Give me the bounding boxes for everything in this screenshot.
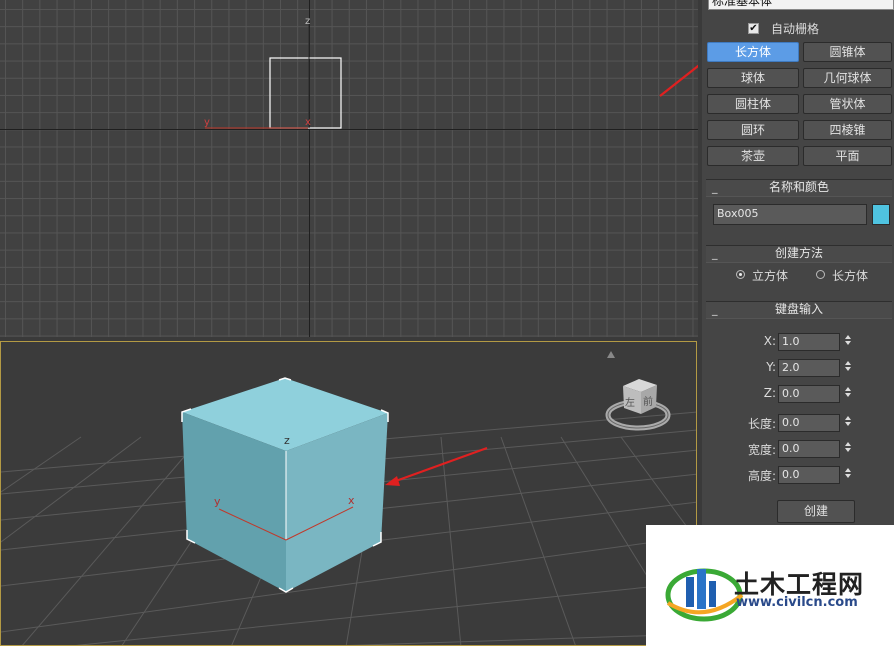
input-width[interactable]: 0.0 (778, 440, 840, 458)
spinner-z[interactable] (843, 385, 853, 403)
field-label-length: 长度: (747, 417, 776, 431)
spinner-height[interactable] (843, 466, 853, 484)
create-button[interactable]: 创建 (777, 500, 855, 523)
cube-object[interactable] (181, 377, 389, 593)
object-color-swatch[interactable] (872, 204, 890, 225)
rollout-name-color[interactable]: _ 名称和颜色 (706, 179, 892, 197)
top-axis-label-x: x (305, 117, 311, 128)
btn-torus[interactable]: 圆环 (707, 120, 799, 140)
spinner-length[interactable] (843, 414, 853, 432)
input-length[interactable]: 0.0 (778, 414, 840, 432)
top-axis-label-y: y (204, 117, 210, 128)
radio-cube[interactable] (736, 270, 745, 279)
viewcube[interactable]: 左 前 (605, 351, 671, 431)
annotation-arrow-persp (392, 446, 488, 484)
input-x[interactable]: 1.0 (778, 333, 840, 351)
input-y[interactable]: 2.0 (778, 359, 840, 377)
field-label-width: 宽度: (747, 443, 776, 457)
radio-box[interactable] (816, 270, 825, 279)
rollout-creation-method-title: 创建方法 (774, 246, 823, 260)
perspective-viewport[interactable]: z y x 左 前 (0, 341, 697, 646)
top-axis-label-z: z (305, 16, 310, 27)
rollout-keyboard-entry[interactable]: _ 键盘输入 (706, 301, 892, 319)
radio-box-label: 长方体 (832, 269, 869, 283)
top-viewport[interactable]: z y x (0, 0, 698, 337)
persp-axis-label-z: z (284, 434, 290, 447)
spinner-y[interactable] (843, 359, 853, 377)
field-label-x: X: (763, 334, 776, 348)
watermark-logo: 土木工程网 www.civilcn.com (646, 525, 894, 646)
civilcn-logo-icon (665, 568, 744, 622)
spinner-width[interactable] (843, 440, 853, 458)
persp-axis-label-y: y (214, 495, 221, 508)
rollout-creation-method[interactable]: _ 创建方法 (706, 245, 892, 263)
btn-cone[interactable]: 圆锥体 (803, 42, 892, 62)
btn-teapot[interactable]: 茶壶 (707, 146, 799, 166)
btn-box[interactable]: 长方体 (707, 42, 799, 62)
rollout-keyboard-entry-title: 键盘输入 (774, 302, 823, 316)
primitive-type-value: 标准基本体 (712, 0, 773, 8)
input-height[interactable]: 0.0 (778, 466, 840, 484)
object-name-field[interactable]: Box005 (713, 204, 867, 225)
field-label-height: 高度: (747, 469, 776, 483)
viewcube-left-label: 左 (625, 396, 635, 409)
top-view-overlay: z y x (204, 16, 698, 129)
primitive-type-dropdown[interactable]: 标准基本体 (708, 0, 894, 10)
viewcube-home-icon (607, 351, 615, 358)
btn-tube[interactable]: 管状体 (803, 94, 892, 114)
watermark-url: www.civilcn.com (736, 595, 858, 610)
perspective-overlay: z y x 左 前 (1, 351, 696, 645)
btn-sphere[interactable]: 球体 (707, 68, 799, 88)
persp-axis-label-x: x (348, 494, 355, 507)
auto-grid-label: 自动栅格 (771, 22, 820, 36)
radio-cube-label: 立方体 (752, 269, 789, 283)
btn-plane[interactable]: 平面 (803, 146, 892, 166)
input-z[interactable]: 0.0 (778, 385, 840, 403)
field-label-z: Z: (763, 386, 776, 400)
field-label-y: Y: (766, 360, 776, 374)
rollout-name-color-title: 名称和颜色 (768, 180, 829, 194)
viewcube-front-label: 前 (643, 395, 653, 408)
auto-grid-checkbox[interactable]: ✔ (748, 23, 759, 34)
btn-geosphere[interactable]: 几何球体 (803, 68, 892, 88)
annotation-arrow-top (659, 64, 698, 97)
spinner-x[interactable] (843, 333, 853, 351)
btn-cylinder[interactable]: 圆柱体 (707, 94, 799, 114)
btn-pyramid[interactable]: 四棱锥 (803, 120, 892, 140)
